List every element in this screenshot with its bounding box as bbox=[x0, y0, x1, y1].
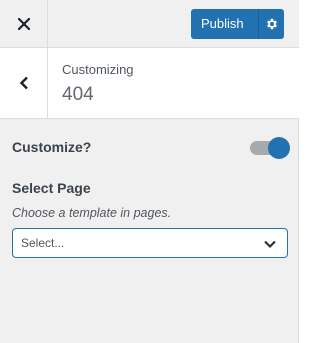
close-icon bbox=[17, 17, 30, 30]
chevron-down-icon bbox=[264, 240, 276, 249]
section-header: Customizing 404 bbox=[0, 48, 299, 119]
select-page-description: Choose a template in pages. bbox=[12, 206, 172, 220]
select-page-value: Select... bbox=[21, 236, 65, 250]
chevron-left-icon bbox=[19, 76, 28, 90]
customize-toggle[interactable] bbox=[250, 137, 290, 159]
close-button[interactable] bbox=[0, 0, 48, 47]
gear-icon bbox=[266, 18, 277, 30]
publish-button-group: Publish bbox=[191, 9, 284, 39]
customizer-panel: Publish Customizing 404 Customize? Selec… bbox=[0, 0, 299, 343]
toggle-knob bbox=[268, 137, 290, 159]
back-button[interactable] bbox=[0, 48, 48, 118]
customize-label: Customize? bbox=[12, 139, 92, 155]
select-page-label: Select Page bbox=[12, 180, 91, 196]
select-page-dropdown[interactable]: Select... bbox=[12, 228, 288, 258]
breadcrumb: Customizing bbox=[62, 62, 134, 77]
publish-button[interactable]: Publish bbox=[191, 9, 259, 39]
publish-settings-button[interactable] bbox=[259, 9, 284, 39]
section-title: 404 bbox=[62, 84, 94, 105]
customizer-header: Publish bbox=[0, 0, 299, 48]
customize-control: Customize? bbox=[12, 137, 290, 159]
